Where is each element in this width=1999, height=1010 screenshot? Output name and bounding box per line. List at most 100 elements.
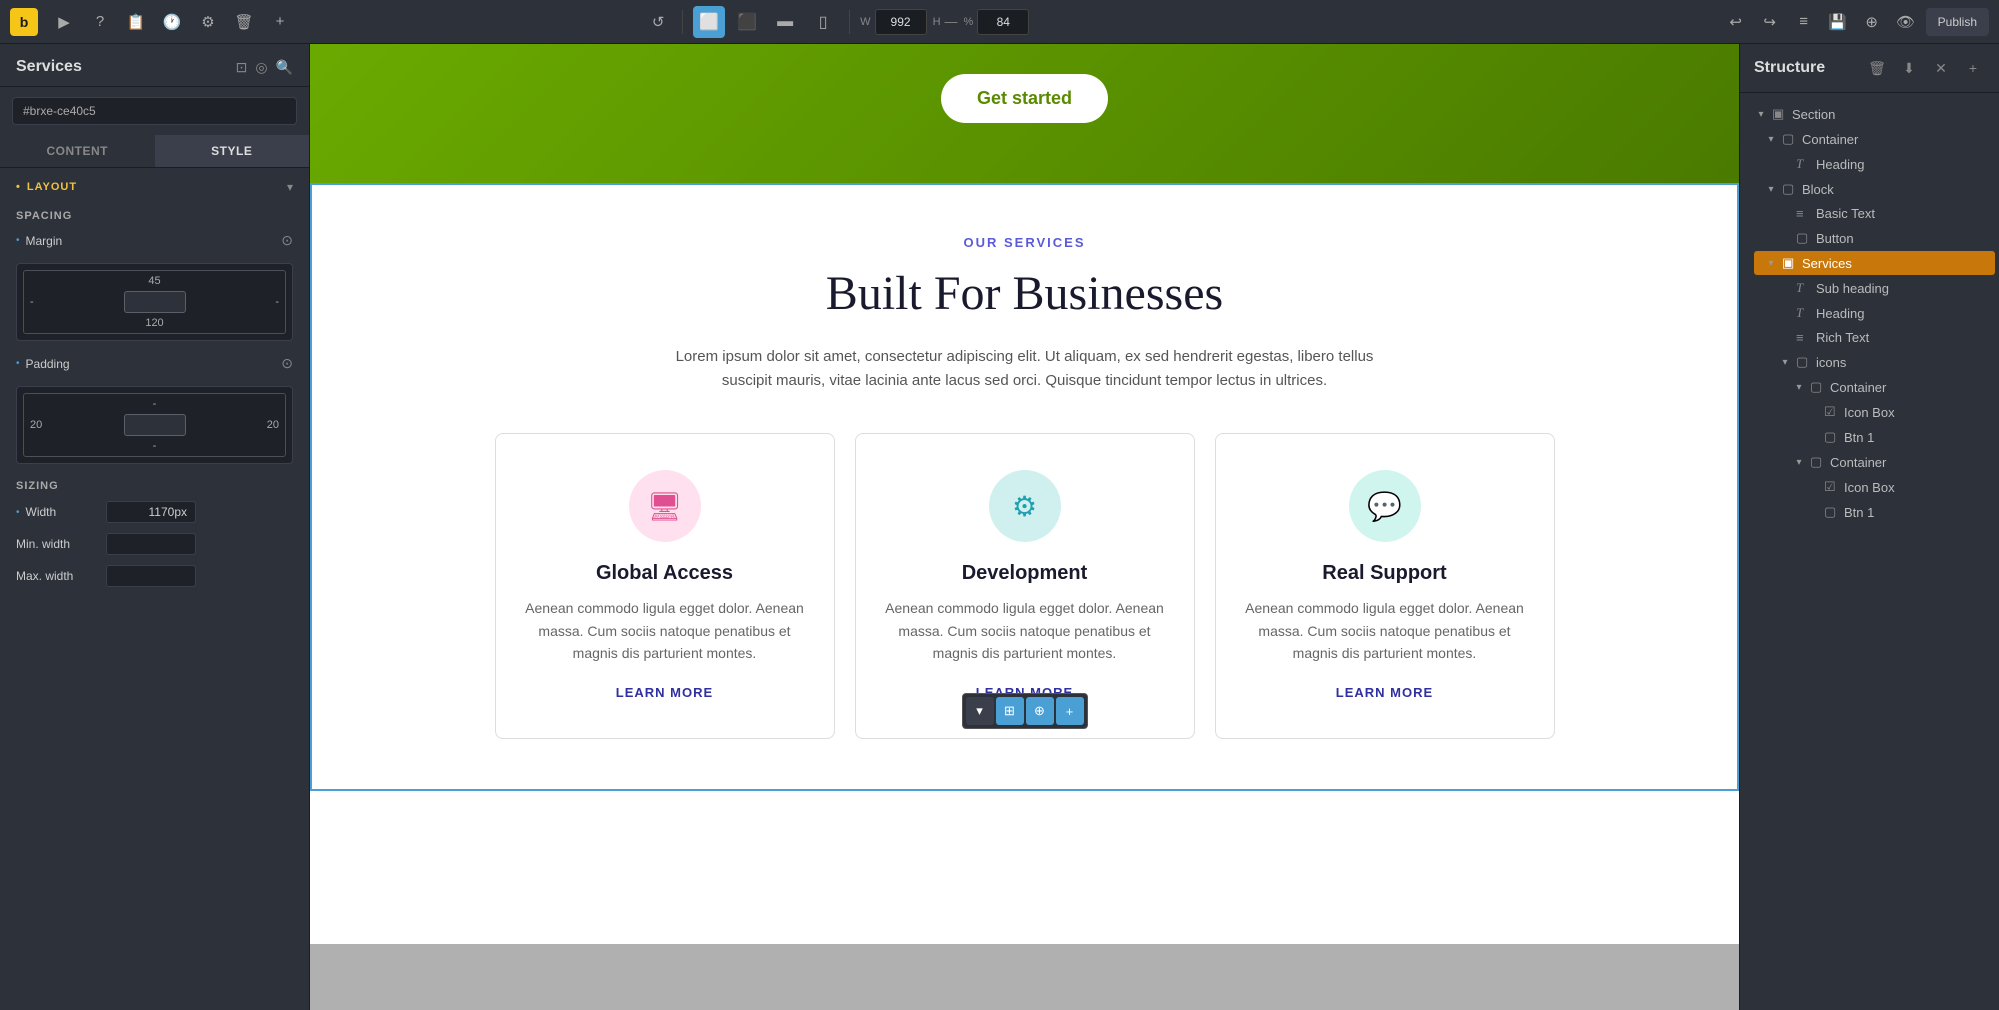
tree-item-heading[interactable]: T Heading bbox=[1768, 152, 1995, 176]
tree-item-icons[interactable]: ▾ ▢ icons bbox=[1768, 350, 1995, 374]
margin-visual: 45 120 - - bbox=[16, 263, 293, 341]
history-icon[interactable]: 🕐 bbox=[158, 8, 186, 36]
tree-item-button[interactable]: ▢ Button bbox=[1768, 226, 1995, 250]
tree-item-icon-box1[interactable]: ☑ Icon Box bbox=[1796, 400, 1995, 424]
trash-icon[interactable]: 🗑 bbox=[230, 8, 258, 36]
refresh-icon[interactable]: ↺ bbox=[644, 8, 672, 36]
padding-outer: - - 20 20 bbox=[23, 393, 286, 457]
redo-icon[interactable]: ↪ bbox=[1756, 8, 1784, 36]
service-card-support[interactable]: 💬 Real Support Aenean commodo ligula egg… bbox=[1215, 433, 1555, 739]
device-desktop-btn[interactable]: ⬜ bbox=[693, 6, 725, 38]
device-tablet-landscape-btn[interactable]: ⬛ bbox=[731, 6, 763, 38]
card-link-support[interactable]: LEARN MORE bbox=[1336, 685, 1433, 700]
panel-icon-1[interactable]: ⊡ bbox=[236, 59, 248, 76]
tree-label-subheading: Sub heading bbox=[1816, 281, 1889, 296]
width-group: W bbox=[860, 9, 926, 35]
padding-prop-row: Padding ⊙ bbox=[0, 349, 309, 378]
tree-label-icon-box2: Icon Box bbox=[1844, 480, 1895, 495]
canvas-btn-add[interactable]: + bbox=[1056, 697, 1084, 725]
tree-icon-services: ▣ bbox=[1782, 255, 1798, 271]
toolbar-right: ↩ ↪ ≡ 💾 ⊕ 👁 Publish bbox=[1722, 8, 1989, 36]
add-icon[interactable]: + bbox=[266, 8, 294, 36]
element-id-display: #brxe-ce40c5 bbox=[12, 97, 297, 125]
width-sizing-input[interactable] bbox=[106, 501, 196, 523]
save-icon[interactable]: 💾 bbox=[1824, 8, 1852, 36]
templates-icon[interactable]: 📋 bbox=[122, 8, 150, 36]
tree-item-container3[interactable]: ▾ ▢ Container bbox=[1782, 450, 1995, 474]
min-width-input[interactable] bbox=[106, 533, 196, 555]
margin-sync-icon[interactable]: ⊙ bbox=[281, 232, 293, 249]
tree-item-icon-box2[interactable]: ☑ Icon Box bbox=[1796, 475, 1995, 499]
tree-label-heading2: Heading bbox=[1816, 306, 1864, 321]
tree-icon-icons: ▢ bbox=[1796, 354, 1812, 370]
width-input[interactable] bbox=[875, 9, 927, 35]
top-toolbar: b ▶ ? 📋 🕐 ⚙ 🗑 + ↺ ⬜ ⬛ ▬ ▯ W H — % ↩ ↪ ≡ … bbox=[0, 0, 1999, 44]
right-panel-header: Structure 🗑 ⬇ ✕ + bbox=[1740, 44, 1999, 93]
card-link-global[interactable]: LEARN MORE bbox=[616, 685, 713, 700]
undo-icon[interactable]: ↩ bbox=[1722, 8, 1750, 36]
margin-outer: 45 120 - - bbox=[23, 270, 286, 334]
device-tablet-btn[interactable]: ▬ bbox=[769, 6, 801, 38]
padding-right-val: 20 bbox=[267, 419, 279, 431]
zoom-input[interactable] bbox=[977, 9, 1029, 35]
device-mobile-btn[interactable]: ▯ bbox=[807, 6, 839, 38]
services-section[interactable]: OUR SERVICES Built For Businesses Lorem … bbox=[310, 183, 1739, 791]
tree-item-heading2[interactable]: T Heading bbox=[1768, 301, 1995, 325]
tree-label-container2: Container bbox=[1830, 380, 1886, 395]
rp-icon-add[interactable]: + bbox=[1961, 56, 1985, 80]
preview-icon[interactable]: 👁 bbox=[1892, 8, 1920, 36]
tree-item-block[interactable]: ▾ ▢ Block bbox=[1754, 177, 1995, 201]
zoom-group: % bbox=[964, 9, 1030, 35]
left-panel: Services ⊡ ◎ 🔍 #brxe-ce40c5 CONTENT STYL… bbox=[0, 44, 310, 1010]
tree-label-heading: Heading bbox=[1816, 157, 1864, 172]
padding-sync-icon[interactable]: ⊙ bbox=[281, 355, 293, 372]
tree-label-btn2: Btn 1 bbox=[1844, 505, 1874, 520]
padding-bottom-val: - bbox=[153, 440, 157, 452]
width-label: W bbox=[860, 16, 870, 28]
panel-icon-2[interactable]: ◎ bbox=[255, 59, 267, 76]
select-tool-icon[interactable]: ▶ bbox=[50, 8, 78, 36]
rp-icon-trash[interactable]: 🗑 bbox=[1865, 56, 1889, 80]
tree-item-basic-text[interactable]: ≡ Basic Text bbox=[1768, 202, 1995, 225]
tree-label-basic-text: Basic Text bbox=[1816, 206, 1875, 221]
tree-item-services[interactable]: ▾ ▣ Services bbox=[1754, 251, 1995, 275]
tree-arrow-block: ▾ bbox=[1764, 184, 1778, 195]
layout-section-header[interactable]: LAYOUT ▾ bbox=[0, 168, 309, 202]
rp-icon-download[interactable]: ⬇ bbox=[1897, 56, 1921, 80]
page-frame: Get started OUR SERVICES Built For Busin… bbox=[310, 44, 1739, 944]
card-icon-dev: ⚙ bbox=[989, 470, 1061, 542]
main-layout: Services ⊡ ◎ 🔍 #brxe-ce40c5 CONTENT STYL… bbox=[0, 44, 1999, 1010]
canvas-btn-chevron[interactable]: ▾ bbox=[966, 697, 994, 725]
tree-item-container2[interactable]: ▾ ▢ Container bbox=[1782, 375, 1995, 399]
panel-search-icon[interactable]: 🔍 bbox=[276, 59, 293, 76]
layout-icon[interactable]: ≡ bbox=[1790, 8, 1818, 36]
sizing-section-title: SIZING bbox=[0, 472, 309, 496]
wordpress-icon[interactable]: ⊕ bbox=[1858, 8, 1886, 36]
get-started-button[interactable]: Get started bbox=[941, 74, 1108, 123]
tree-item-btn2[interactable]: ▢ Btn 1 bbox=[1796, 500, 1995, 524]
help-icon[interactable]: ? bbox=[86, 8, 114, 36]
canvas-btn-move[interactable]: ⊕ bbox=[1026, 697, 1054, 725]
tree-item-btn1[interactable]: ▢ Btn 1 bbox=[1796, 425, 1995, 449]
margin-prop-row: Margin ⊙ bbox=[0, 226, 309, 255]
tab-style[interactable]: STYLE bbox=[155, 135, 310, 167]
card-title-dev: Development bbox=[884, 562, 1166, 585]
canvas-btn-grid[interactable]: ⊞ bbox=[996, 697, 1024, 725]
tree-item-section[interactable]: ▾ ▣ Section bbox=[1744, 102, 1995, 126]
tab-content[interactable]: CONTENT bbox=[0, 135, 155, 167]
publish-button[interactable]: Publish bbox=[1926, 8, 1989, 36]
max-width-label: Max. width bbox=[16, 569, 96, 583]
max-width-input[interactable] bbox=[106, 565, 196, 587]
card-title-global: Global Access bbox=[524, 562, 806, 585]
margin-inner bbox=[124, 291, 186, 313]
rp-icon-delete[interactable]: ✕ bbox=[1929, 56, 1953, 80]
tree-item-subheading[interactable]: T Sub heading bbox=[1768, 276, 1995, 300]
settings-icon[interactable]: ⚙ bbox=[194, 8, 222, 36]
tree-label-services: Services bbox=[1802, 256, 1852, 271]
canvas-area: Get started OUR SERVICES Built For Busin… bbox=[310, 44, 1739, 1010]
service-card-global[interactable]: 🖥 Global Access Aenean commodo ligula eg… bbox=[495, 433, 835, 739]
height-dash: — bbox=[945, 14, 958, 29]
layout-section-arrow: ▾ bbox=[287, 180, 293, 194]
tree-item-rich-text[interactable]: ≡ Rich Text bbox=[1768, 326, 1995, 349]
tree-item-container[interactable]: ▾ ▢ Container bbox=[1754, 127, 1995, 151]
